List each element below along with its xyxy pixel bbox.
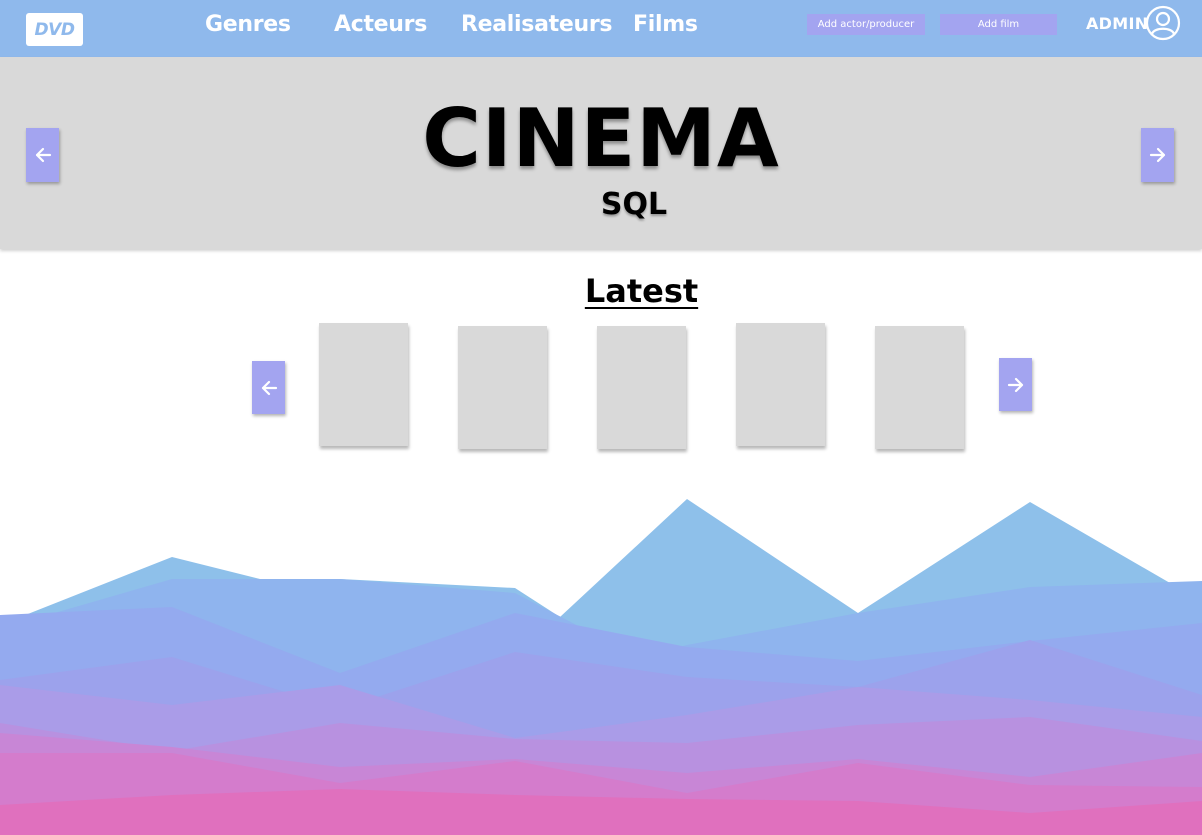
movie-poster-2[interactable] bbox=[458, 326, 547, 449]
nav-item-realisateurs[interactable]: Realisateurs bbox=[461, 12, 612, 37]
user-account-icon[interactable] bbox=[1145, 5, 1181, 41]
arrow-right-icon bbox=[1007, 376, 1025, 394]
top-navigation-bar: DVD Genres Acteurs Realisateurs Films Ad… bbox=[0, 0, 1202, 58]
latest-section-title: Latest bbox=[584, 272, 699, 310]
hero-subtitle: SQL bbox=[600, 187, 668, 222]
movie-poster-1[interactable] bbox=[319, 323, 408, 446]
movie-poster-3[interactable] bbox=[597, 326, 686, 449]
movie-poster-4[interactable] bbox=[736, 323, 825, 446]
admin-label: ADMIN bbox=[1086, 14, 1149, 33]
movie-poster-5[interactable] bbox=[875, 326, 964, 449]
arrow-right-icon bbox=[1149, 146, 1167, 164]
hero-title: CINEMA bbox=[422, 92, 780, 185]
page: DVD Genres Acteurs Realisateurs Films Ad… bbox=[0, 0, 1202, 835]
nav-item-films[interactable]: Films bbox=[633, 12, 698, 37]
dvd-logo[interactable]: DVD bbox=[26, 13, 83, 46]
hero-banner: CINEMA SQL bbox=[0, 57, 1202, 249]
add-film-button[interactable]: Add film bbox=[940, 14, 1057, 35]
latest-prev-button[interactable] bbox=[252, 361, 285, 414]
hero-next-button[interactable] bbox=[1141, 128, 1174, 182]
logo-text: DVD bbox=[34, 19, 75, 40]
nav-item-acteurs[interactable]: Acteurs bbox=[334, 12, 427, 37]
arrow-left-icon bbox=[260, 379, 278, 397]
mountain-landscape-illustration bbox=[0, 499, 1202, 835]
latest-next-button[interactable] bbox=[999, 358, 1032, 411]
nav-item-genres[interactable]: Genres bbox=[205, 12, 291, 37]
add-actor-producer-button[interactable]: Add actor/producer bbox=[807, 14, 925, 35]
